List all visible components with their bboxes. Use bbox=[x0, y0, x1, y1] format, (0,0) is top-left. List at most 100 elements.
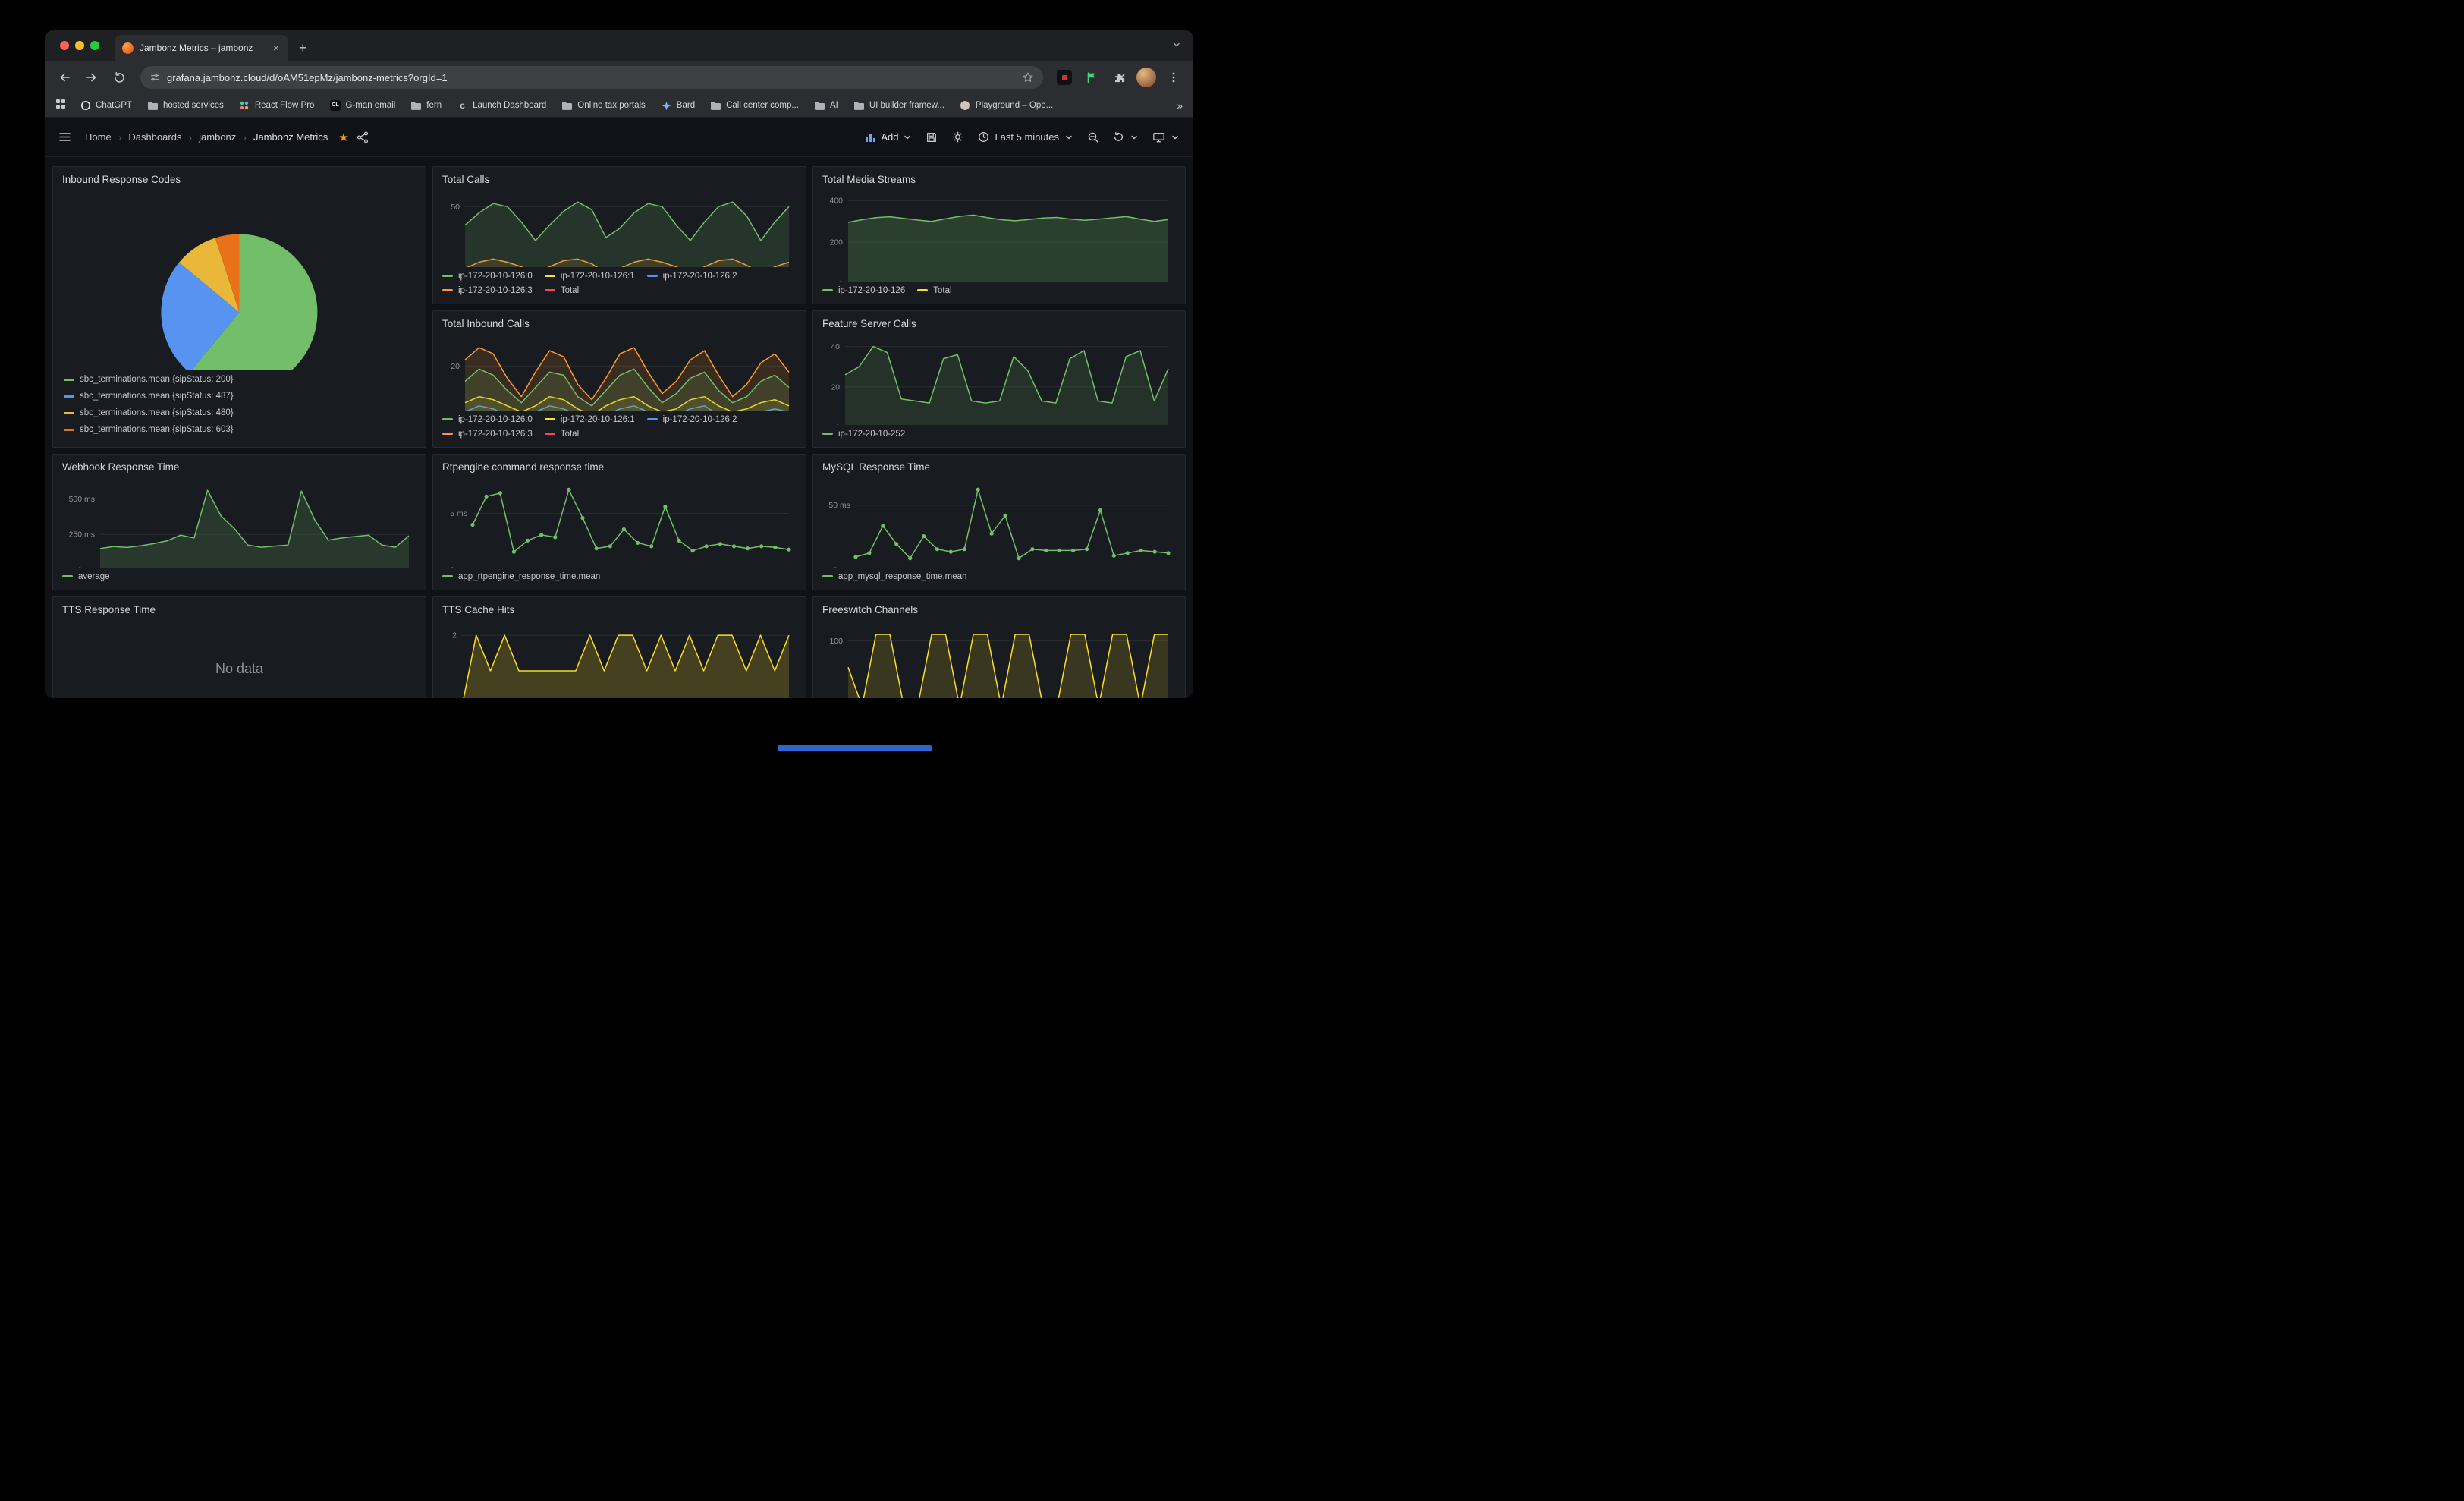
legend-item[interactable]: ip-172-20-10-126:2 bbox=[647, 412, 737, 426]
legend-item[interactable]: ip-172-20-10-126:3 bbox=[442, 426, 533, 441]
add-button[interactable]: Add bbox=[865, 131, 912, 143]
menu-toggle-button[interactable] bbox=[58, 131, 71, 143]
window-minimize-button[interactable] bbox=[75, 41, 84, 50]
bookmark-item[interactable]: ChatGPT bbox=[80, 100, 132, 112]
window-close-button[interactable] bbox=[60, 41, 69, 50]
forward-button[interactable] bbox=[80, 65, 104, 90]
apps-grid-icon[interactable] bbox=[55, 99, 66, 113]
bookmark-item[interactable]: Online tax portals bbox=[561, 100, 646, 112]
zoom-out-time-button[interactable] bbox=[1087, 131, 1099, 143]
legend-label: ip-172-20-10-126:1 bbox=[561, 272, 635, 281]
rtpengine-response-time-chart[interactable]: 0 ms5 ms16:11:0016:12:0016:13:0016:14:00… bbox=[442, 476, 797, 568]
save-dashboard-button[interactable] bbox=[926, 131, 938, 143]
dashboard-settings-button[interactable] bbox=[951, 131, 964, 143]
legend-label: sbc_terminations.mean {sipStatus: 603} bbox=[80, 425, 234, 434]
share-icon bbox=[357, 131, 369, 143]
panel-title[interactable]: Total Media Streams bbox=[822, 171, 1176, 188]
legend-item[interactable]: app_rtpengine_response_time.mean bbox=[442, 569, 600, 584]
freeswitch-channels-chart[interactable]: 010016:11:0016:12:0016:13:0016:14:0016:1… bbox=[822, 618, 1176, 698]
site-info-icon[interactable] bbox=[149, 72, 160, 83]
legend-item[interactable]: app_mysql_response_time.mean bbox=[822, 569, 966, 584]
panel-title[interactable]: TTS Response Time bbox=[62, 602, 416, 618]
hamburger-icon bbox=[58, 131, 71, 143]
browser-menu-button[interactable] bbox=[1161, 65, 1186, 90]
folder-icon bbox=[147, 100, 159, 112]
panel-title[interactable]: Webhook Response Time bbox=[62, 459, 416, 476]
bookmarks-list: ChatGPT hosted services React Flow Pro CLG-… bbox=[80, 100, 1168, 112]
panel-title[interactable]: Rtpengine command response time bbox=[442, 459, 797, 476]
bookmark-item[interactable]: CLG-man email bbox=[329, 100, 395, 112]
bookmark-item[interactable]: UI builder framew... bbox=[853, 100, 944, 112]
feature-server-calls-chart[interactable]: 0204016:11:0016:12:0016:13:0016:14:0016:… bbox=[822, 332, 1176, 425]
tab-close-icon[interactable]: × bbox=[272, 42, 281, 53]
legend-item[interactable]: ip-172-20-10-252 bbox=[822, 426, 905, 441]
panel-title[interactable]: Total Calls bbox=[442, 171, 797, 188]
back-button[interactable] bbox=[52, 65, 77, 90]
panel-title[interactable]: TTS Cache Hits bbox=[442, 602, 797, 618]
window-zoom-button[interactable] bbox=[90, 41, 99, 50]
profile-button[interactable] bbox=[1134, 65, 1158, 90]
bookmarks-overflow-button[interactable]: » bbox=[1177, 99, 1183, 112]
total-inbound-calls-chart[interactable]: 02016:11:0016:12:0016:13:0016:14:0016:15… bbox=[442, 332, 797, 411]
favorite-star-icon[interactable]: ★ bbox=[338, 131, 348, 144]
bookmark-item[interactable]: hosted services bbox=[147, 100, 224, 112]
bookmark-item[interactable]: Playground – Ope... bbox=[960, 100, 1053, 112]
total-media-streams-chart[interactable]: 020040016:11:0016:12:0016:13:0016:14:001… bbox=[822, 188, 1176, 282]
time-range-picker[interactable]: Last 5 minutes bbox=[978, 131, 1073, 143]
legend-item[interactable]: ip-172-20-10-126:2 bbox=[647, 269, 737, 283]
flag-extension-button[interactable] bbox=[1080, 65, 1104, 90]
panel-title[interactable]: Inbound Response Codes bbox=[62, 171, 416, 188]
bookmark-item[interactable]: Bard bbox=[661, 100, 695, 112]
legend-item[interactable]: sbc_terminations.mean {sipStatus: 200} bbox=[64, 371, 416, 388]
legend-item[interactable]: average bbox=[62, 569, 110, 584]
share-button[interactable] bbox=[357, 131, 369, 143]
panel-title[interactable]: Freeswitch Channels bbox=[822, 602, 1176, 618]
bookmark-item[interactable]: Call center comp... bbox=[710, 100, 799, 112]
legend-item[interactable]: sbc_terminations.mean {sipStatus: 487} bbox=[64, 388, 416, 404]
legend-item[interactable]: sbc_terminations.mean {sipStatus: 603} bbox=[64, 421, 416, 438]
panel-title[interactable]: Feature Server Calls bbox=[822, 316, 1176, 332]
refresh-button[interactable] bbox=[1113, 131, 1139, 143]
svg-text:0: 0 bbox=[835, 423, 840, 426]
tab-overview-button[interactable] bbox=[1172, 39, 1181, 53]
url-text[interactable]: grafana.jambonz.cloud/d/oAM51epMz/jambon… bbox=[167, 72, 1015, 83]
breadcrumb-item[interactable]: Home bbox=[85, 131, 112, 143]
legend-item[interactable]: sbc_terminations.mean {sipStatus: 480} bbox=[64, 404, 416, 421]
legend-swatch bbox=[442, 275, 453, 277]
inbound-response-codes-pie-chart[interactable] bbox=[62, 188, 416, 370]
legend-item[interactable]: Total bbox=[545, 426, 579, 441]
legend-item[interactable]: ip-172-20-10-126:3 bbox=[442, 283, 533, 297]
new-tab-button[interactable]: + bbox=[299, 41, 307, 55]
legend-label: ip-172-20-10-126:2 bbox=[663, 272, 737, 281]
circle-icon bbox=[960, 100, 971, 112]
reload-button[interactable] bbox=[107, 65, 131, 90]
address-bar[interactable]: grafana.jambonz.cloud/d/oAM51epMz/jambon… bbox=[140, 66, 1043, 89]
bookmark-star-icon[interactable] bbox=[1022, 71, 1034, 83]
legend-item[interactable]: ip-172-20-10-126:1 bbox=[545, 269, 635, 283]
extensions-menu-button[interactable] bbox=[1107, 65, 1131, 90]
panel-title[interactable]: MySQL Response Time bbox=[822, 459, 1176, 476]
legend-item[interactable]: ip-172-20-10-126:1 bbox=[545, 412, 635, 426]
tv-mode-button[interactable] bbox=[1152, 131, 1180, 143]
legend-item[interactable]: Total bbox=[917, 283, 951, 297]
breadcrumb-item[interactable]: Dashboards bbox=[128, 131, 181, 143]
total-calls-chart[interactable]: 05016:11:0016:12:0016:13:0016:14:0016:15… bbox=[442, 188, 797, 267]
bookmark-item[interactable]: fern bbox=[410, 100, 442, 112]
bookmark-label: UI builder framew... bbox=[869, 101, 944, 110]
legend-item[interactable]: Total bbox=[545, 283, 579, 297]
bookmark-item[interactable]: React Flow Pro bbox=[239, 100, 315, 112]
tts-cache-hits-chart[interactable]: 0216:11:0016:12:0016:13:0016:14:0016:15:… bbox=[442, 618, 797, 698]
webhook-response-time-chart[interactable]: 0 ms250 ms500 ms16:11:0016:12:0016:13:00… bbox=[62, 476, 416, 568]
mysql-response-time-chart[interactable]: 0 ms50 ms16:11:0016:12:0016:13:0016:14:0… bbox=[822, 476, 1176, 568]
legend-item[interactable]: ip-172-20-10-126:0 bbox=[442, 269, 533, 283]
browser-tab[interactable]: Jambonz Metrics – jambonz × bbox=[115, 35, 288, 61]
legend-item[interactable]: ip-172-20-10-126:0 bbox=[442, 412, 533, 426]
breadcrumb-item[interactable]: Jambonz Metrics bbox=[253, 131, 328, 143]
breadcrumb-item[interactable]: jambonz bbox=[199, 131, 236, 143]
breadcrumb: Home›Dashboards›jambonz›Jambonz Metrics bbox=[85, 131, 328, 143]
extension-badge-button[interactable] bbox=[1052, 65, 1076, 90]
bookmark-item[interactable]: AI bbox=[814, 100, 838, 112]
legend-item[interactable]: ip-172-20-10-126 bbox=[822, 283, 905, 297]
panel-title[interactable]: Total Inbound Calls bbox=[442, 316, 797, 332]
bookmark-item[interactable]: cLaunch Dashboard bbox=[457, 100, 546, 112]
